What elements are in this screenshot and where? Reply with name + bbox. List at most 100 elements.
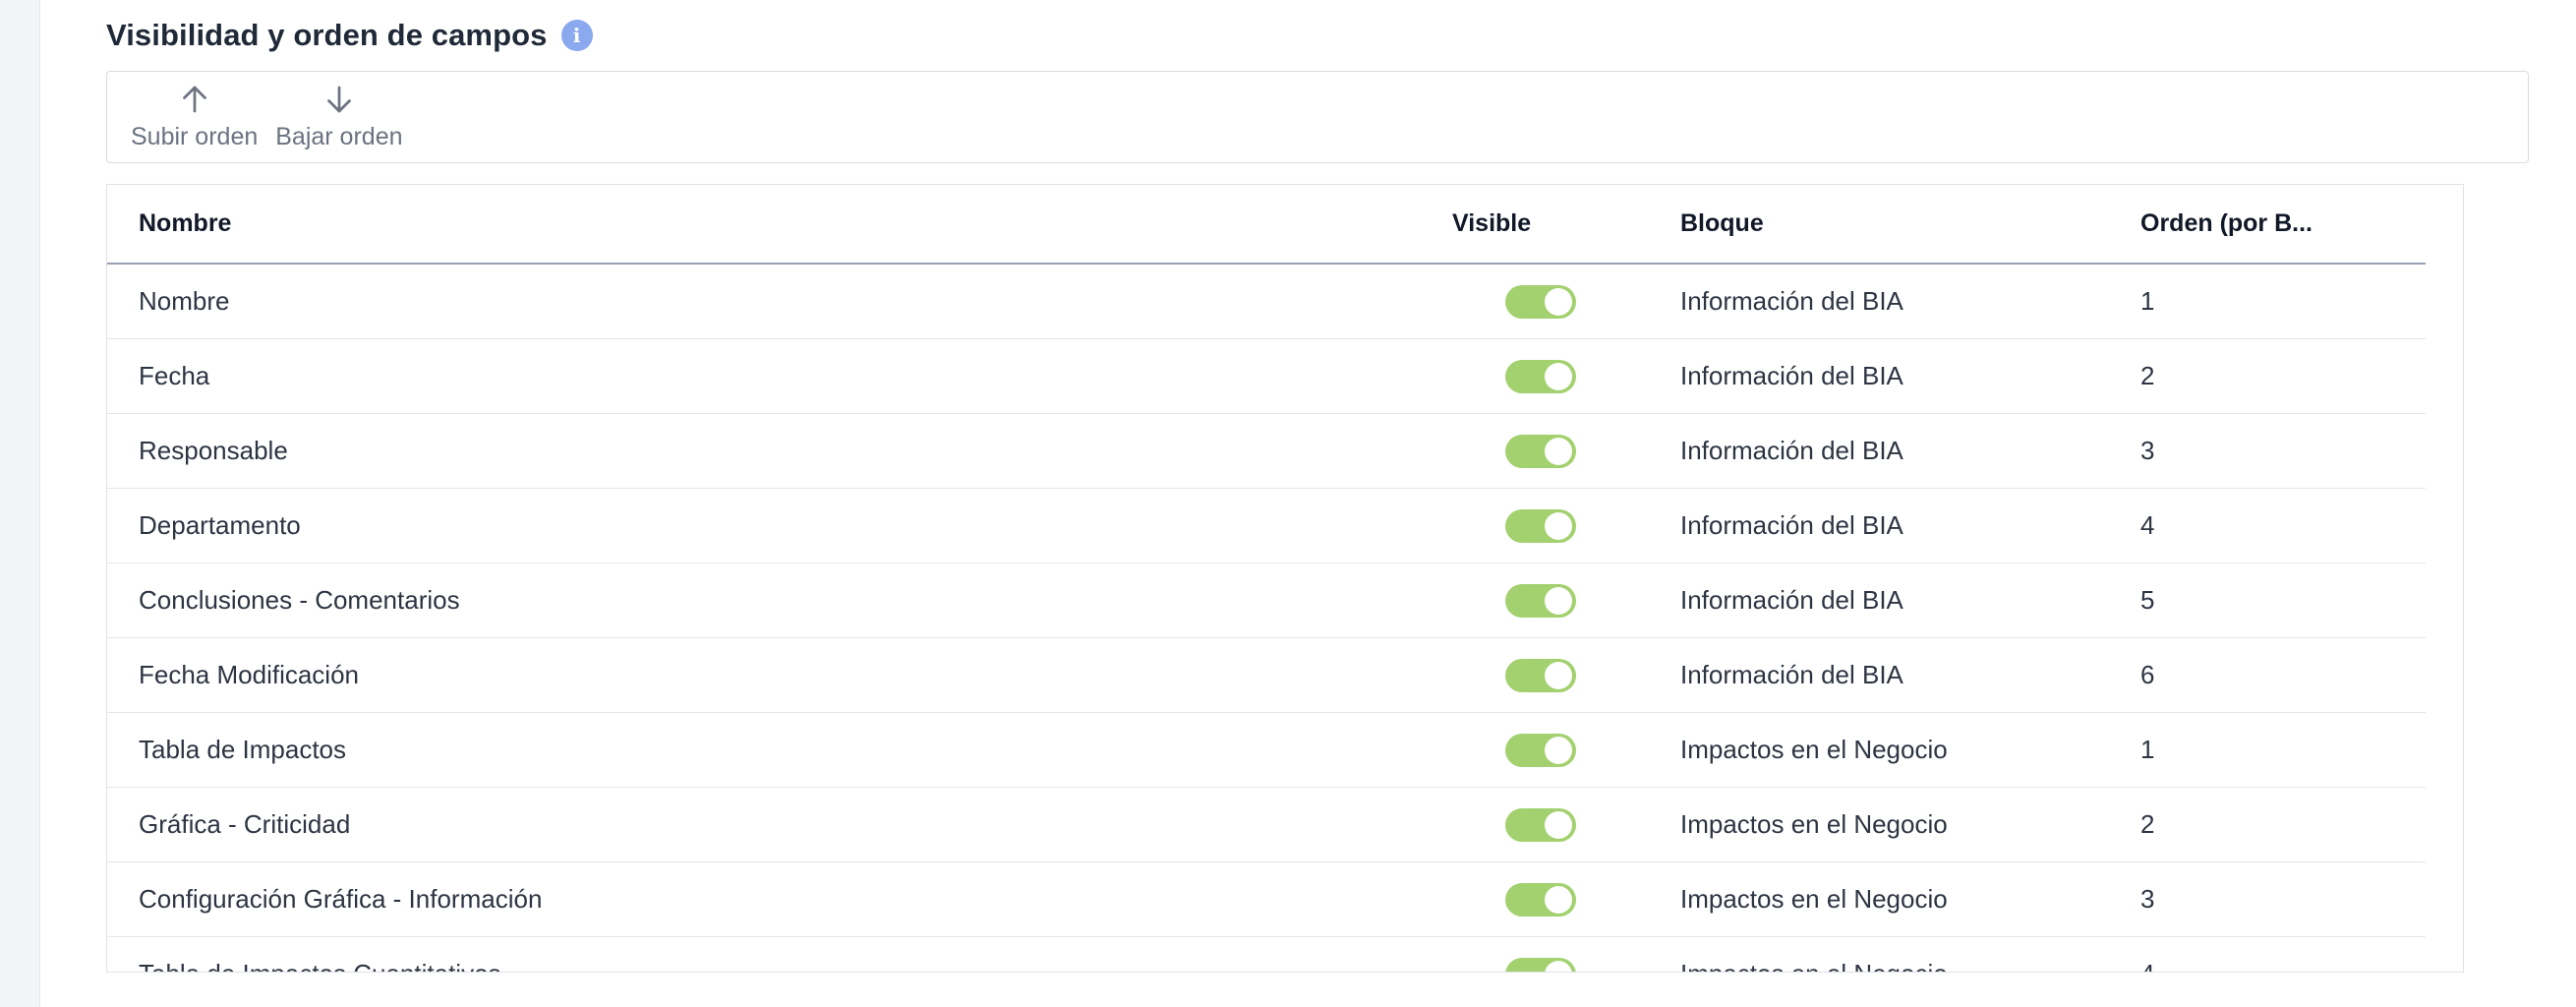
cell-bloque: Impactos en el Negocio: [1680, 735, 1948, 764]
toggle-wrapper: [1452, 807, 1678, 842]
toggle-knob: [1545, 511, 1572, 540]
toggle-knob: [1545, 362, 1572, 390]
toggle-knob: [1545, 661, 1572, 689]
cell-visible: [1452, 733, 1678, 767]
cell-orden: 2: [2140, 361, 2155, 390]
cell-orden: 6: [2140, 660, 2155, 689]
cell-nombre: Fecha Modificación: [139, 660, 359, 689]
toggle-wrapper: [1452, 434, 1678, 468]
grid-rows: Nombre Información del BIA 1 Fecha Informaci…: [107, 265, 2426, 972]
toggle-knob: [1545, 960, 1572, 972]
move-down-button[interactable]: Bajar orden: [275, 72, 403, 151]
toggle-knob: [1545, 736, 1572, 764]
toggle-knob: [1545, 287, 1572, 316]
toggle-wrapper: [1452, 882, 1678, 917]
cell-orden: 3: [2140, 436, 2155, 465]
toolbar: Subir orden Bajar orden: [106, 71, 2529, 163]
cell-visible: [1452, 882, 1678, 917]
cell-nombre: Tabla de Impactos: [139, 735, 347, 764]
visible-toggle[interactable]: [1505, 508, 1576, 543]
cell-visible: [1452, 284, 1678, 319]
cell-nombre: Responsable: [139, 436, 288, 465]
cell-orden: 5: [2140, 585, 2155, 615]
move-up-label: Subir orden: [131, 123, 259, 150]
toggle-wrapper: [1452, 733, 1678, 767]
table-row[interactable]: Conclusiones - Comentarios Información de…: [107, 563, 2426, 638]
cell-visible: [1452, 807, 1678, 842]
cell-orden: 1: [2140, 286, 2155, 316]
visible-toggle[interactable]: [1505, 658, 1576, 692]
toggle-knob: [1545, 810, 1572, 839]
info-icon[interactable]: i: [560, 20, 593, 51]
cell-bloque: Impactos en el Negocio: [1680, 809, 1948, 839]
visible-toggle[interactable]: [1505, 733, 1576, 767]
cell-bloque: Información del BIA: [1680, 585, 1903, 615]
cell-bloque: Información del BIA: [1680, 436, 1903, 465]
cell-orden: 2: [2140, 809, 2155, 839]
section-title: Visibilidad y orden de campos: [106, 18, 548, 52]
cell-nombre: Fecha: [139, 361, 210, 390]
visible-toggle[interactable]: [1505, 583, 1576, 618]
table-row[interactable]: Nombre Información del BIA 1: [107, 265, 2426, 339]
cell-orden: 4: [2140, 510, 2155, 540]
table-row[interactable]: Fecha Modificación Información del BIA 6: [107, 638, 2426, 713]
cell-nombre: Tabla de Impactos Cuantitativos: [107, 959, 1452, 972]
arrow-down-icon: [327, 86, 351, 113]
move-down-label: Bajar orden: [275, 123, 403, 150]
cell-nombre: Gráfica - Criticidad: [139, 809, 351, 839]
toggle-wrapper: [1452, 508, 1678, 543]
grid-header: Nombre Visible Bloque Orden (por B...: [107, 185, 2426, 265]
visible-toggle[interactable]: [1505, 434, 1576, 468]
column-header-visible[interactable]: Visible: [1452, 209, 1678, 238]
visible-toggle[interactable]: [1505, 807, 1576, 842]
table-row[interactable]: Responsable Información del BIA 3: [107, 414, 2426, 489]
cell-bloque: Información del BIA: [1680, 660, 1903, 689]
column-header-bloque[interactable]: Bloque: [1678, 209, 2140, 238]
cell-visible: [1452, 658, 1678, 692]
cell-nombre: Configuración Gráfica - Información: [139, 884, 543, 914]
cell-nombre: Departamento: [139, 510, 301, 540]
column-header-nombre[interactable]: Nombre: [107, 209, 1452, 238]
toggle-knob: [1545, 586, 1572, 615]
cell-orden: 3: [2140, 884, 2155, 914]
toggle-knob: [1545, 437, 1572, 465]
visible-toggle[interactable]: [1505, 882, 1576, 917]
move-up-button[interactable]: Subir orden: [131, 72, 258, 151]
table-row[interactable]: Tabla de Impactos Impactos en el Negocio 1: [107, 713, 2426, 788]
cell-bloque: Información del BIA: [1680, 510, 1903, 540]
cell-bloque: Impactos en el Negocio: [1678, 959, 2140, 972]
toggle-wrapper: [1452, 957, 1678, 972]
column-header-orden-label: Orden (por B...: [2140, 209, 2313, 237]
toggle-wrapper: [1452, 284, 1678, 319]
toggle-wrapper: [1452, 359, 1678, 393]
column-header-orden[interactable]: Orden (por B...: [2140, 209, 2426, 238]
table-row[interactable]: Departamento Información del BIA 4: [107, 489, 2426, 563]
toggle-wrapper: [1452, 583, 1678, 618]
cell-orden: 1: [2140, 735, 2155, 764]
table-row[interactable]: Fecha Información del BIA 2: [107, 339, 2426, 414]
table-row[interactable]: Gráfica - Criticidad Impactos en el Negoc…: [107, 788, 2426, 862]
cell-visible: [1452, 583, 1678, 618]
arrow-up-icon: [182, 86, 206, 113]
toggle-knob: [1545, 885, 1572, 914]
toggle-wrapper: [1452, 658, 1678, 692]
cell-visible: [1452, 508, 1678, 543]
cell-bloque: Información del BIA: [1680, 361, 1903, 390]
table-row[interactable]: Configuración Gráfica - Información Impac…: [107, 862, 2426, 937]
cell-bloque: Información del BIA: [1680, 286, 1903, 316]
visible-toggle[interactable]: [1505, 359, 1576, 393]
cell-orden: 4: [2140, 959, 2426, 972]
cell-nombre: Conclusiones - Comentarios: [139, 585, 460, 615]
cell-nombre: Nombre: [139, 286, 230, 316]
cell-bloque: Impactos en el Negocio: [1680, 884, 1948, 914]
cell-visible: [1452, 359, 1678, 393]
visible-toggle[interactable]: [1505, 284, 1576, 319]
cell-visible: [1452, 957, 1678, 972]
section-header: Visibilidad y orden de campos i: [106, 18, 593, 53]
fields-grid: Nombre Visible Bloque Orden (por B... No…: [106, 184, 2464, 973]
visible-toggle[interactable]: [1505, 957, 1576, 972]
left-panel-edge: [0, 0, 40, 1007]
cell-visible: [1452, 434, 1678, 468]
grid-body: Nombre Visible Bloque Orden (por B... No…: [107, 185, 2426, 972]
table-row[interactable]: Tabla de Impactos Cuantitativos Impactos …: [107, 937, 2426, 972]
